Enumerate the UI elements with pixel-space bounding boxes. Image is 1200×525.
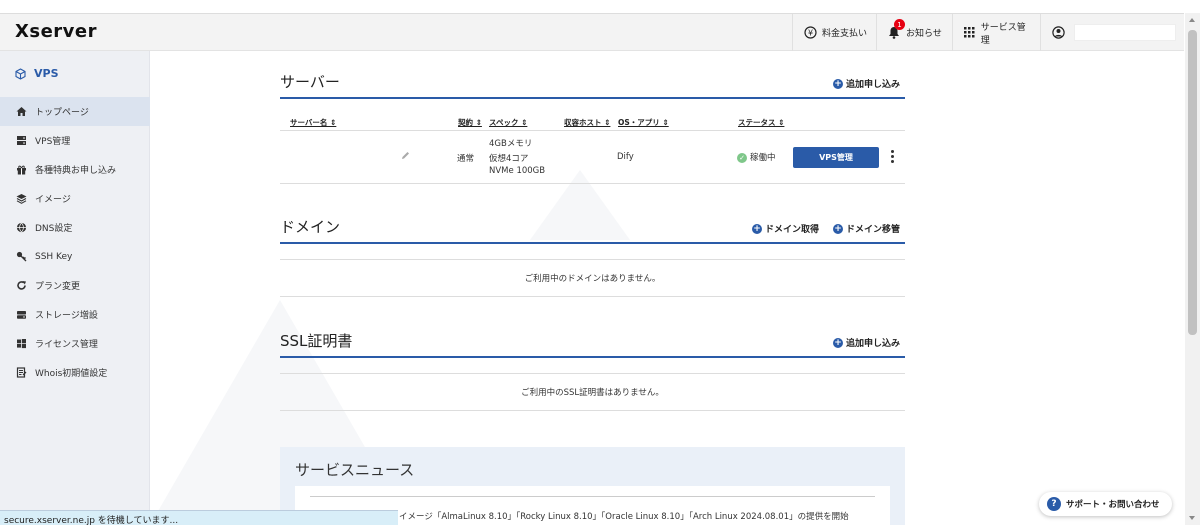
domain-empty-message: ご利用中のドメインはありません。	[280, 259, 905, 297]
column-header-os[interactable]: OS・アプリ ⇕	[618, 117, 669, 128]
server-add-link[interactable]: + 追加申し込み	[832, 77, 900, 90]
ssl-add-link[interactable]: + 追加申し込み	[832, 336, 900, 349]
news-title: サービスニュース	[295, 461, 415, 479]
spec-memory: 4GBメモリ	[489, 139, 533, 149]
domain-transfer-label: ドメイン移管	[845, 225, 900, 235]
notifications-label: お知らせ	[906, 29, 942, 39]
sidebar-item-storage[interactable]: ストレージ増設	[0, 300, 150, 329]
ssl-section-header: SSL証明書 + 追加申し込み	[280, 332, 905, 358]
column-header-contract[interactable]: 契約 ⇕	[458, 117, 482, 128]
globe-icon	[16, 222, 27, 233]
home-icon	[16, 107, 27, 116]
support-button[interactable]: ? サポート・お問い合わせ	[1039, 492, 1172, 516]
browser-status-bar: secure.xserver.ne.jp を待機しています...	[0, 510, 398, 525]
column-header-status[interactable]: ステータス ⇕	[738, 117, 784, 128]
column-header-server-name[interactable]: サーバー名 ⇕	[290, 117, 336, 128]
vps-manage-button[interactable]: VPS管理	[793, 147, 879, 168]
sidebar-item-top[interactable]: トップページ	[0, 97, 150, 126]
check-icon: ✓	[737, 152, 747, 163]
spec-storage: NVMe 100GB	[489, 166, 546, 176]
plus-circle-icon: +	[832, 337, 843, 348]
sidebar-item-vps[interactable]: VPS管理	[0, 126, 150, 155]
server-row: 通常 4GBメモリ 仮想4コア NVMe 100GB Dify ✓ 稼働中 VPS…	[280, 130, 905, 184]
account-menu[interactable]	[1040, 14, 1186, 51]
scroll-down-icon[interactable]	[1189, 516, 1195, 520]
yen-icon: ¥	[803, 26, 817, 40]
plus-circle-icon: +	[751, 223, 762, 234]
gift-icon	[17, 165, 26, 175]
more-options-icon[interactable]	[891, 150, 895, 165]
domain-transfer-link[interactable]: + ドメイン移管	[832, 222, 900, 235]
sidebar-item-label: SSH Key	[35, 251, 73, 262]
sidebar: VPS トップページ VPS管理 各種特典お申し込み イメージ DNS設定 SS…	[0, 51, 150, 525]
sidebar-item-label: プラン変更	[35, 282, 81, 292]
sidebar-item-label: VPS管理	[35, 137, 71, 147]
status-badge: ✓ 稼働中	[737, 151, 776, 163]
server-section-title: サーバー	[280, 73, 340, 91]
contract-value: 通常	[457, 154, 475, 164]
sidebar-item-ssh-key[interactable]: SSH Key	[0, 242, 150, 271]
status-label: 稼働中	[750, 153, 776, 163]
column-header-spec[interactable]: スペック ⇕	[489, 117, 527, 128]
sidebar-item-label: ストレージ増設	[35, 311, 98, 321]
service-management-label: サービス管理	[980, 22, 1026, 46]
sidebar-item-label: DNS設定	[35, 224, 73, 234]
cube-icon	[15, 67, 26, 80]
spec-cpu: 仮想4コア	[489, 154, 529, 164]
ssl-section-title: SSL証明書	[280, 332, 353, 350]
sidebar-item-plan-change[interactable]: プラン変更	[0, 271, 150, 300]
notification-badge: 1	[894, 19, 905, 30]
sidebar-item-label: ライセンス管理	[35, 340, 98, 350]
notifications-button[interactable]: 1 お知らせ	[876, 14, 952, 51]
domain-section-header: ドメイン + ドメイン取得 + ドメイン移管	[280, 218, 905, 244]
sidebar-item-label: 各種特典お申し込み	[35, 166, 117, 176]
sidebar-title-label: VPS	[34, 67, 59, 80]
svg-text:¥: ¥	[807, 28, 812, 37]
sidebar-title[interactable]: VPS	[15, 67, 59, 80]
sidebar-item-label: イメージ	[35, 195, 71, 205]
plus-circle-icon: +	[832, 223, 843, 234]
sidebar-item-benefits[interactable]: 各種特典お申し込み	[0, 155, 150, 184]
server-icon	[17, 136, 26, 145]
refresh-icon	[17, 281, 26, 290]
plus-circle-icon: +	[832, 78, 843, 89]
user-icon	[1051, 26, 1065, 40]
sidebar-item-whois[interactable]: Whois初期値設定	[0, 358, 150, 387]
scroll-thumb[interactable]	[1188, 30, 1197, 335]
top-header: Xserver ¥ 料金支払い 1 お知らせ サービス管理	[0, 13, 1184, 51]
layers-icon	[16, 194, 27, 204]
document-icon	[16, 367, 27, 378]
grid-icon	[963, 26, 976, 40]
xserver-logo[interactable]: Xserver	[15, 21, 97, 42]
server-section-header: サーバー + 追加申し込み	[280, 73, 905, 99]
sidebar-item-dns[interactable]: DNS設定	[0, 213, 150, 242]
vertical-scrollbar[interactable]	[1185, 13, 1200, 525]
payment-button[interactable]: ¥ 料金支払い	[792, 14, 877, 51]
server-add-label: 追加申し込み	[845, 80, 900, 90]
windows-icon	[17, 339, 26, 349]
service-management-button[interactable]: サービス管理	[952, 14, 1040, 51]
support-label: サポート・お問い合わせ	[1066, 500, 1160, 510]
news-item[interactable]: イメージ「AlmaLinux 8.10」「Rocky Linux 8.10」「O…	[399, 510, 849, 522]
key-icon	[16, 251, 27, 262]
sidebar-nav: トップページ VPS管理 各種特典お申し込み イメージ DNS設定 SSH Ke…	[0, 97, 150, 387]
sidebar-item-label: トップページ	[35, 108, 89, 118]
domain-acquire-label: ドメイン取得	[764, 225, 819, 235]
ssl-add-label: 追加申し込み	[845, 339, 900, 349]
sidebar-item-label: Whois初期値設定	[35, 369, 108, 379]
column-header-host[interactable]: 収容ホスト ⇕	[564, 117, 610, 128]
payment-label: 料金支払い	[822, 29, 868, 39]
domain-acquire-link[interactable]: + ドメイン取得	[751, 222, 819, 235]
account-name-field	[1074, 24, 1176, 41]
ssl-empty-message: ご利用中のSSL証明書はありません。	[280, 373, 905, 411]
sidebar-item-image[interactable]: イメージ	[0, 184, 150, 213]
help-icon: ?	[1047, 497, 1061, 511]
storage-icon	[17, 311, 26, 319]
os-value: Dify	[617, 152, 634, 162]
news-divider	[310, 496, 875, 497]
edit-pencil-icon[interactable]	[401, 151, 410, 163]
domain-section-title: ドメイン	[280, 218, 341, 236]
scroll-up-icon[interactable]	[1189, 18, 1195, 22]
sidebar-item-license[interactable]: ライセンス管理	[0, 329, 150, 358]
